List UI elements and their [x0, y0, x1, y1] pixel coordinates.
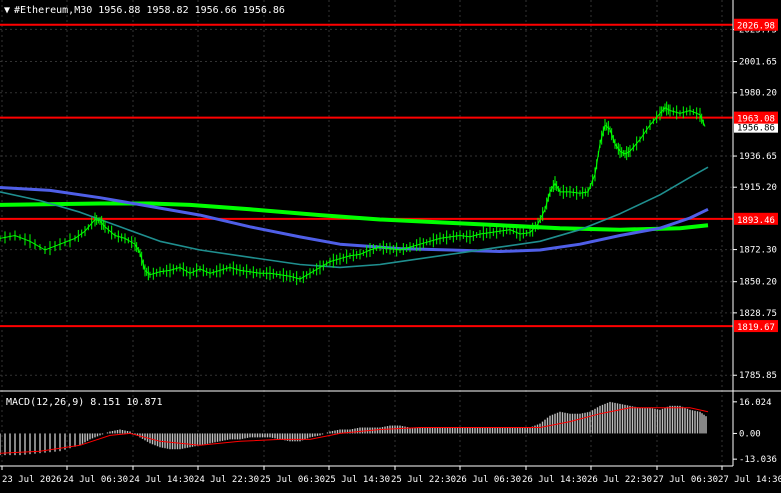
level-label: 1819.67	[737, 323, 775, 333]
price-tick-label: 1936.65	[739, 152, 777, 162]
price-tick-label: 1872.30	[739, 246, 777, 256]
chart-title: #Ethereum,M30 1956.88 1958.82 1956.66 19…	[14, 5, 285, 16]
time-tick-label: 25 Jul 14:30	[325, 475, 390, 485]
level-label: 2026.98	[737, 22, 775, 32]
macd-tick-label: 0.00	[739, 429, 761, 439]
price-tick-label: 1980.20	[739, 89, 777, 99]
time-tick-label: 26 Jul 14:30	[522, 475, 587, 485]
time-tick-label: 24 Jul 14:30	[129, 475, 194, 485]
trading-chart[interactable]: 2023.752001.651980.201936.651915.201872.…	[0, 0, 781, 489]
level-label: 1893.46	[737, 216, 775, 226]
chart-title-arrow: ▼	[4, 5, 10, 16]
time-tick-label: 23 Jul 2026	[2, 475, 62, 485]
level-label: 1963.08	[737, 115, 775, 125]
macd-tick-label: -13.036	[739, 455, 777, 465]
current-price-label: 1956.86	[737, 124, 775, 134]
chart-svg[interactable]: 2023.752001.651980.201936.651915.201872.…	[0, 0, 781, 489]
macd-tick-label: 16.024	[739, 398, 772, 408]
price-tick-label: 1828.75	[739, 309, 777, 319]
price-tick-label: 1850.20	[739, 278, 777, 288]
time-tick-label: 26 Jul 22:30	[587, 475, 652, 485]
time-tick-label: 26 Jul 06:30	[456, 475, 521, 485]
macd-label: MACD(12,26,9) 8.151 10.871	[6, 397, 163, 408]
price-tick-label: 2001.65	[739, 58, 777, 68]
time-tick-label: 25 Jul 06:30	[260, 475, 325, 485]
price-tick-label: 1785.85	[739, 371, 777, 381]
time-tick-label: 27 Jul 14:30	[718, 475, 781, 485]
time-tick-label: 25 Jul 22:30	[391, 475, 456, 485]
price-tick-label: 1915.20	[739, 183, 777, 193]
time-tick-label: 27 Jul 06:30	[653, 475, 718, 485]
time-tick-label: 24 Jul 22:30	[194, 475, 259, 485]
time-tick-label: 24 Jul 06:30	[63, 475, 128, 485]
